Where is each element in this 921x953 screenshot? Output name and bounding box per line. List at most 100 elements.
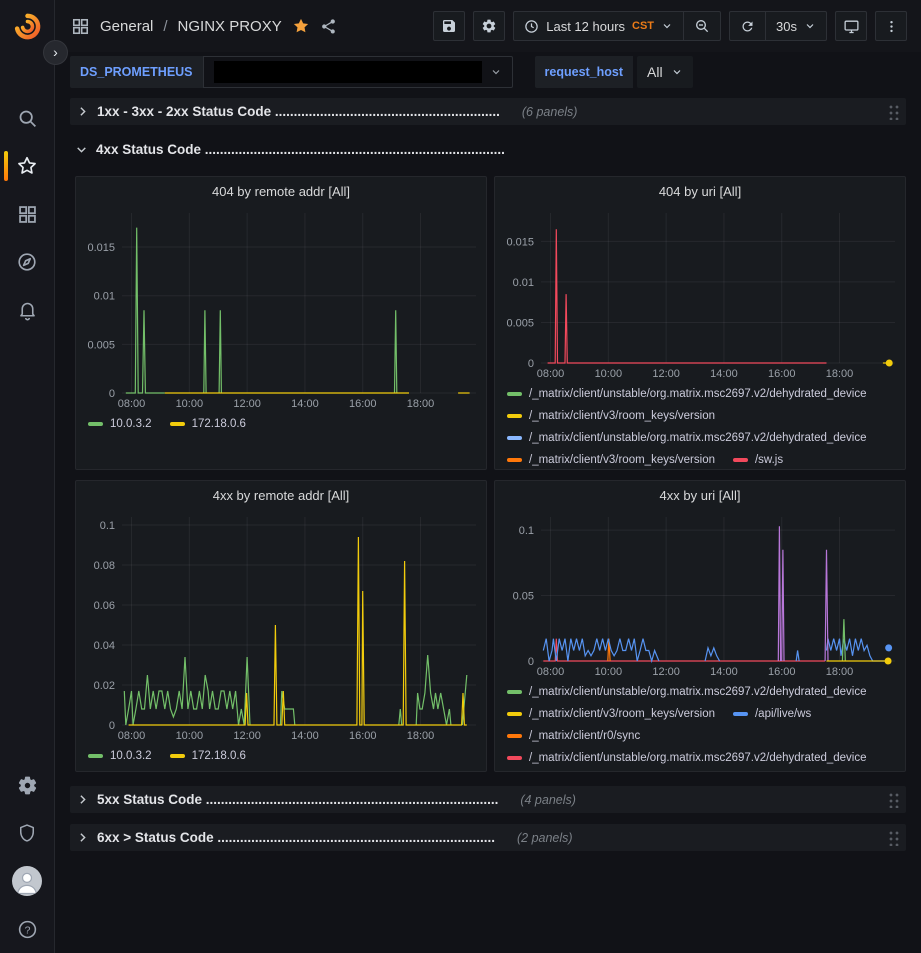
panel-title[interactable]: 404 by remote addr [All]	[76, 177, 486, 205]
grafana-logo[interactable]	[14, 13, 41, 40]
chevron-right-icon	[76, 105, 89, 118]
tv-mode-button[interactable]	[835, 11, 867, 41]
svg-text:14:00: 14:00	[291, 730, 319, 742]
panel-404-by-remote-addr: 404 by remote addr [All] 00.0050.010.015…	[75, 176, 487, 470]
variables-bar: DS_PROMETHEUS request_host All	[55, 52, 921, 92]
grafana-flame-icon	[14, 13, 41, 40]
datasource-select[interactable]	[203, 56, 513, 88]
bell-icon	[17, 300, 38, 321]
clock-icon	[524, 19, 539, 34]
chevron-down-icon	[671, 66, 683, 78]
sidebar-item-dashboards[interactable]	[0, 190, 55, 238]
legend-item[interactable]: 172.18.0.6	[170, 745, 246, 767]
share-icon[interactable]	[320, 18, 337, 35]
legend-label: 10.0.3.2	[110, 418, 152, 430]
row-panel-count: (4 panels)	[520, 793, 576, 807]
legend-item[interactable]: /api/live/ws	[733, 703, 811, 725]
svg-text:0: 0	[109, 720, 115, 732]
refresh-interval-picker[interactable]: 30s	[765, 12, 826, 40]
chevron-down-icon	[804, 20, 816, 32]
sidebar-item-configuration[interactable]	[0, 761, 55, 809]
breadcrumb-dashboard-title[interactable]: NGINX PROXY	[178, 18, 282, 35]
legend-item[interactable]: /sw.js	[733, 449, 783, 469]
legend-label: /_matrix/client/v3/room_keys/version	[529, 708, 715, 720]
legend-item[interactable]: /_matrix/client/v3/room_keys/version	[507, 703, 715, 725]
svg-text:0.01: 0.01	[513, 277, 534, 289]
row-5xx[interactable]: 5xx Status Code ........................…	[70, 786, 906, 813]
legend-swatch	[507, 458, 522, 462]
legend-item[interactable]: /_matrix/client/unstable/org.matrix.msc2…	[507, 383, 867, 405]
svg-text:18:00: 18:00	[407, 398, 435, 410]
panel-legend: 10.0.3.2 172.18.0.6	[76, 411, 486, 469]
row-4xx[interactable]: 4xx Status Code ........................…	[75, 136, 906, 163]
legend-label: /_matrix/client/v3/room_keys/version	[529, 410, 715, 422]
svg-text:16:00: 16:00	[349, 398, 377, 410]
save-dashboard-button[interactable]	[433, 11, 465, 41]
panel-title[interactable]: 4xx by uri [All]	[495, 481, 905, 509]
zoom-out-button[interactable]	[683, 12, 720, 40]
timeseries-chart[interactable]: 00.050.108:0010:0012:0014:0016:0018:00	[495, 509, 905, 679]
legend-item[interactable]: /_matrix/client/v3/room_keys/version	[507, 405, 715, 427]
timezone-label: CST	[632, 20, 654, 32]
datasource-label: DS_PROMETHEUS	[70, 56, 203, 88]
legend-item[interactable]: 10.0.3.2	[88, 413, 152, 435]
chevron-down-icon	[661, 20, 673, 32]
sidebar-item-profile[interactable]	[0, 857, 55, 905]
time-picker-group: Last 12 hours CST	[513, 11, 721, 41]
legend-item[interactable]: /_matrix/client/r0/sync	[507, 725, 640, 747]
row-title: 4xx Status Code ........................…	[96, 142, 505, 157]
sidebar-item-help[interactable]: ?	[0, 905, 55, 953]
time-range-picker[interactable]: Last 12 hours CST	[514, 12, 683, 40]
svg-text:12:00: 12:00	[233, 398, 261, 410]
breadcrumb-section[interactable]: General	[100, 18, 153, 35]
sidebar-item-server-admin[interactable]	[0, 809, 55, 857]
sidebar-item-search[interactable]	[0, 94, 55, 142]
timeseries-chart[interactable]: 00.0050.010.01508:0010:0012:0014:0016:00…	[76, 205, 486, 411]
svg-text:18:00: 18:00	[826, 368, 854, 380]
panel-404-by-uri: 404 by uri [All] 00.0050.010.01508:0010:…	[494, 176, 906, 470]
datasource-value-redacted	[214, 61, 482, 83]
sidebar-item-starred[interactable]	[0, 142, 55, 190]
sidebar-item-explore[interactable]	[0, 238, 55, 286]
star-icon	[16, 155, 38, 177]
legend-item[interactable]: /_matrix/client/unstable/org.matrix.msc2…	[507, 427, 867, 449]
legend-swatch	[170, 422, 185, 426]
panel-grid: 404 by remote addr [All] 00.0050.010.015…	[75, 176, 906, 772]
svg-text:18:00: 18:00	[407, 730, 435, 742]
legend-swatch	[507, 734, 522, 738]
svg-text:14:00: 14:00	[291, 398, 319, 410]
row-drag-handle[interactable]	[888, 830, 900, 846]
favorite-star-icon[interactable]	[292, 17, 310, 35]
timeseries-chart[interactable]: 00.020.040.060.080.108:0010:0012:0014:00…	[76, 509, 486, 743]
panel-title[interactable]: 4xx by remote addr [All]	[76, 481, 486, 509]
refresh-interval-label: 30s	[776, 19, 797, 34]
timeseries-chart[interactable]: 00.0050.010.01508:0010:0012:0014:0016:00…	[495, 205, 905, 381]
save-icon	[441, 18, 457, 34]
request-host-select[interactable]: All	[637, 56, 693, 88]
panel-title[interactable]: 404 by uri [All]	[495, 177, 905, 205]
breadcrumb-separator: /	[163, 18, 167, 35]
legend-item[interactable]: /_matrix/client/unstable/org.matrix.msc2…	[507, 681, 867, 703]
row-drag-handle[interactable]	[888, 104, 900, 120]
variable-datasource: DS_PROMETHEUS	[70, 56, 513, 88]
svg-text:10:00: 10:00	[595, 666, 623, 678]
more-options-button[interactable]	[875, 11, 907, 41]
legend-item[interactable]: 172.18.0.6	[170, 413, 246, 435]
row-1xx-3xx-2xx[interactable]: 1xx - 3xx - 2xx Status Code ............…	[70, 98, 906, 125]
legend-item[interactable]: /_matrix/client/v3/room_keys/version	[507, 449, 715, 469]
svg-text:0.01: 0.01	[94, 291, 115, 303]
svg-text:0.04: 0.04	[94, 640, 115, 652]
legend-label: /_matrix/client/r0/sync	[529, 730, 640, 742]
legend-item[interactable]: 10.0.3.2	[88, 745, 152, 767]
svg-text:08:00: 08:00	[118, 730, 146, 742]
refresh-button[interactable]	[730, 12, 765, 40]
compass-icon	[16, 251, 38, 273]
sidebar-item-alerting[interactable]	[0, 286, 55, 334]
sidebar-expand-button[interactable]: ›	[43, 40, 68, 65]
dashboard-settings-button[interactable]	[473, 11, 505, 41]
row-drag-handle[interactable]	[888, 792, 900, 808]
kebab-menu-icon	[884, 19, 899, 34]
request-host-value: All	[647, 64, 663, 80]
row-6xx[interactable]: 6xx > Status Code ......................…	[70, 824, 906, 851]
legend-item[interactable]: /_matrix/client/unstable/org.matrix.msc2…	[507, 747, 867, 769]
